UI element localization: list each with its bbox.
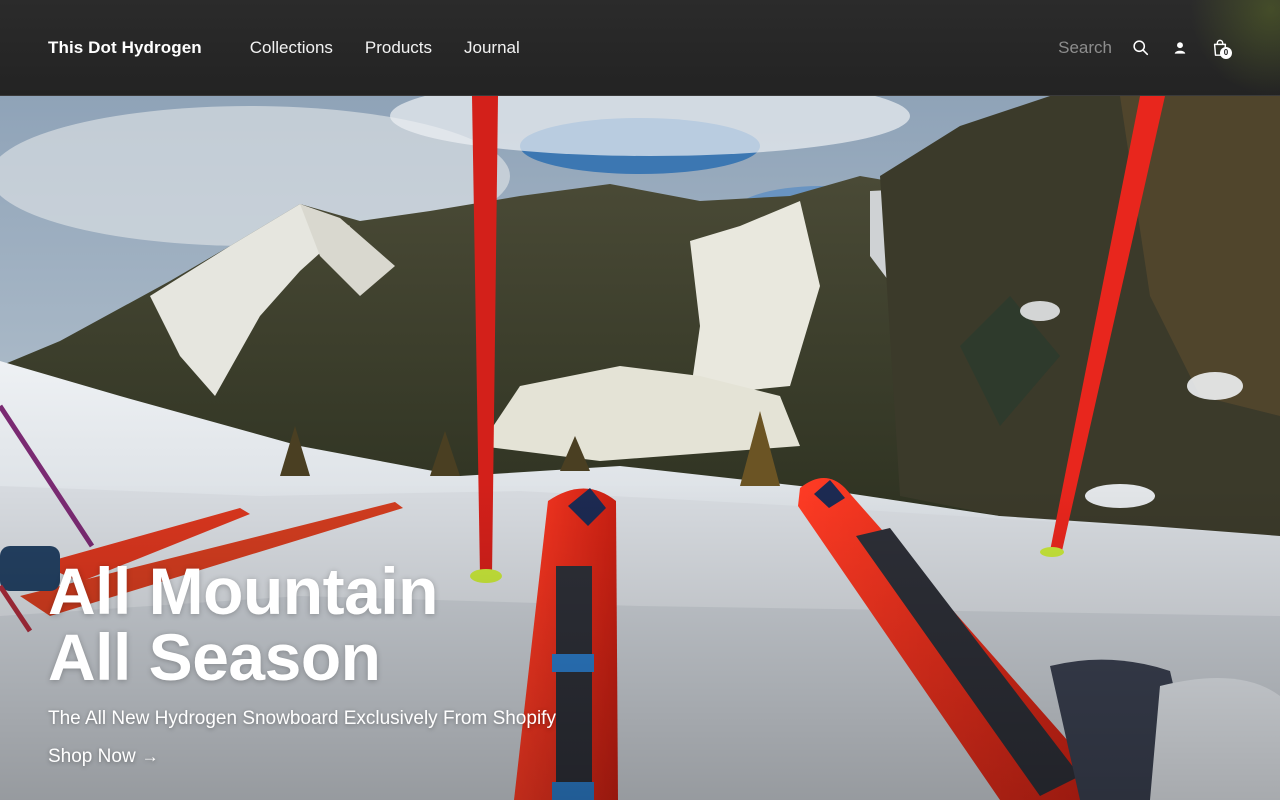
nav-item-collections[interactable]: Collections — [250, 38, 333, 58]
nav-item-journal[interactable]: Journal — [464, 38, 520, 58]
nav-item-products[interactable]: Products — [365, 38, 432, 58]
search-input[interactable] — [1056, 37, 1112, 58]
search-icon[interactable] — [1128, 36, 1152, 60]
hero-title-line-2: All Season — [48, 620, 381, 694]
user-icon[interactable] — [1168, 36, 1192, 60]
shop-now-label: Shop Now — [48, 746, 136, 767]
hero-banner: All Mountain All Season The All New Hydr… — [0, 96, 1280, 800]
shop-now-link[interactable]: Shop Now → — [48, 746, 159, 768]
brand-logo[interactable]: This Dot Hydrogen — [48, 38, 202, 58]
hero-subtitle: The All New Hydrogen Snowboard Exclusive… — [48, 708, 556, 729]
cart-count-badge: 0 — [1220, 46, 1232, 59]
hero-title: All Mountain All Season — [48, 558, 668, 690]
site-header: This Dot Hydrogen Collections Products J… — [0, 0, 1280, 96]
hero-content: All Mountain All Season The All New Hydr… — [48, 558, 668, 768]
shopping-bag-icon[interactable]: 0 — [1208, 36, 1232, 60]
main-nav: Collections Products Journal — [250, 38, 520, 58]
header-actions: 0 — [1056, 36, 1232, 60]
hero-title-line-1: All Mountain — [48, 554, 438, 628]
arrow-right-icon: → — [141, 747, 159, 766]
